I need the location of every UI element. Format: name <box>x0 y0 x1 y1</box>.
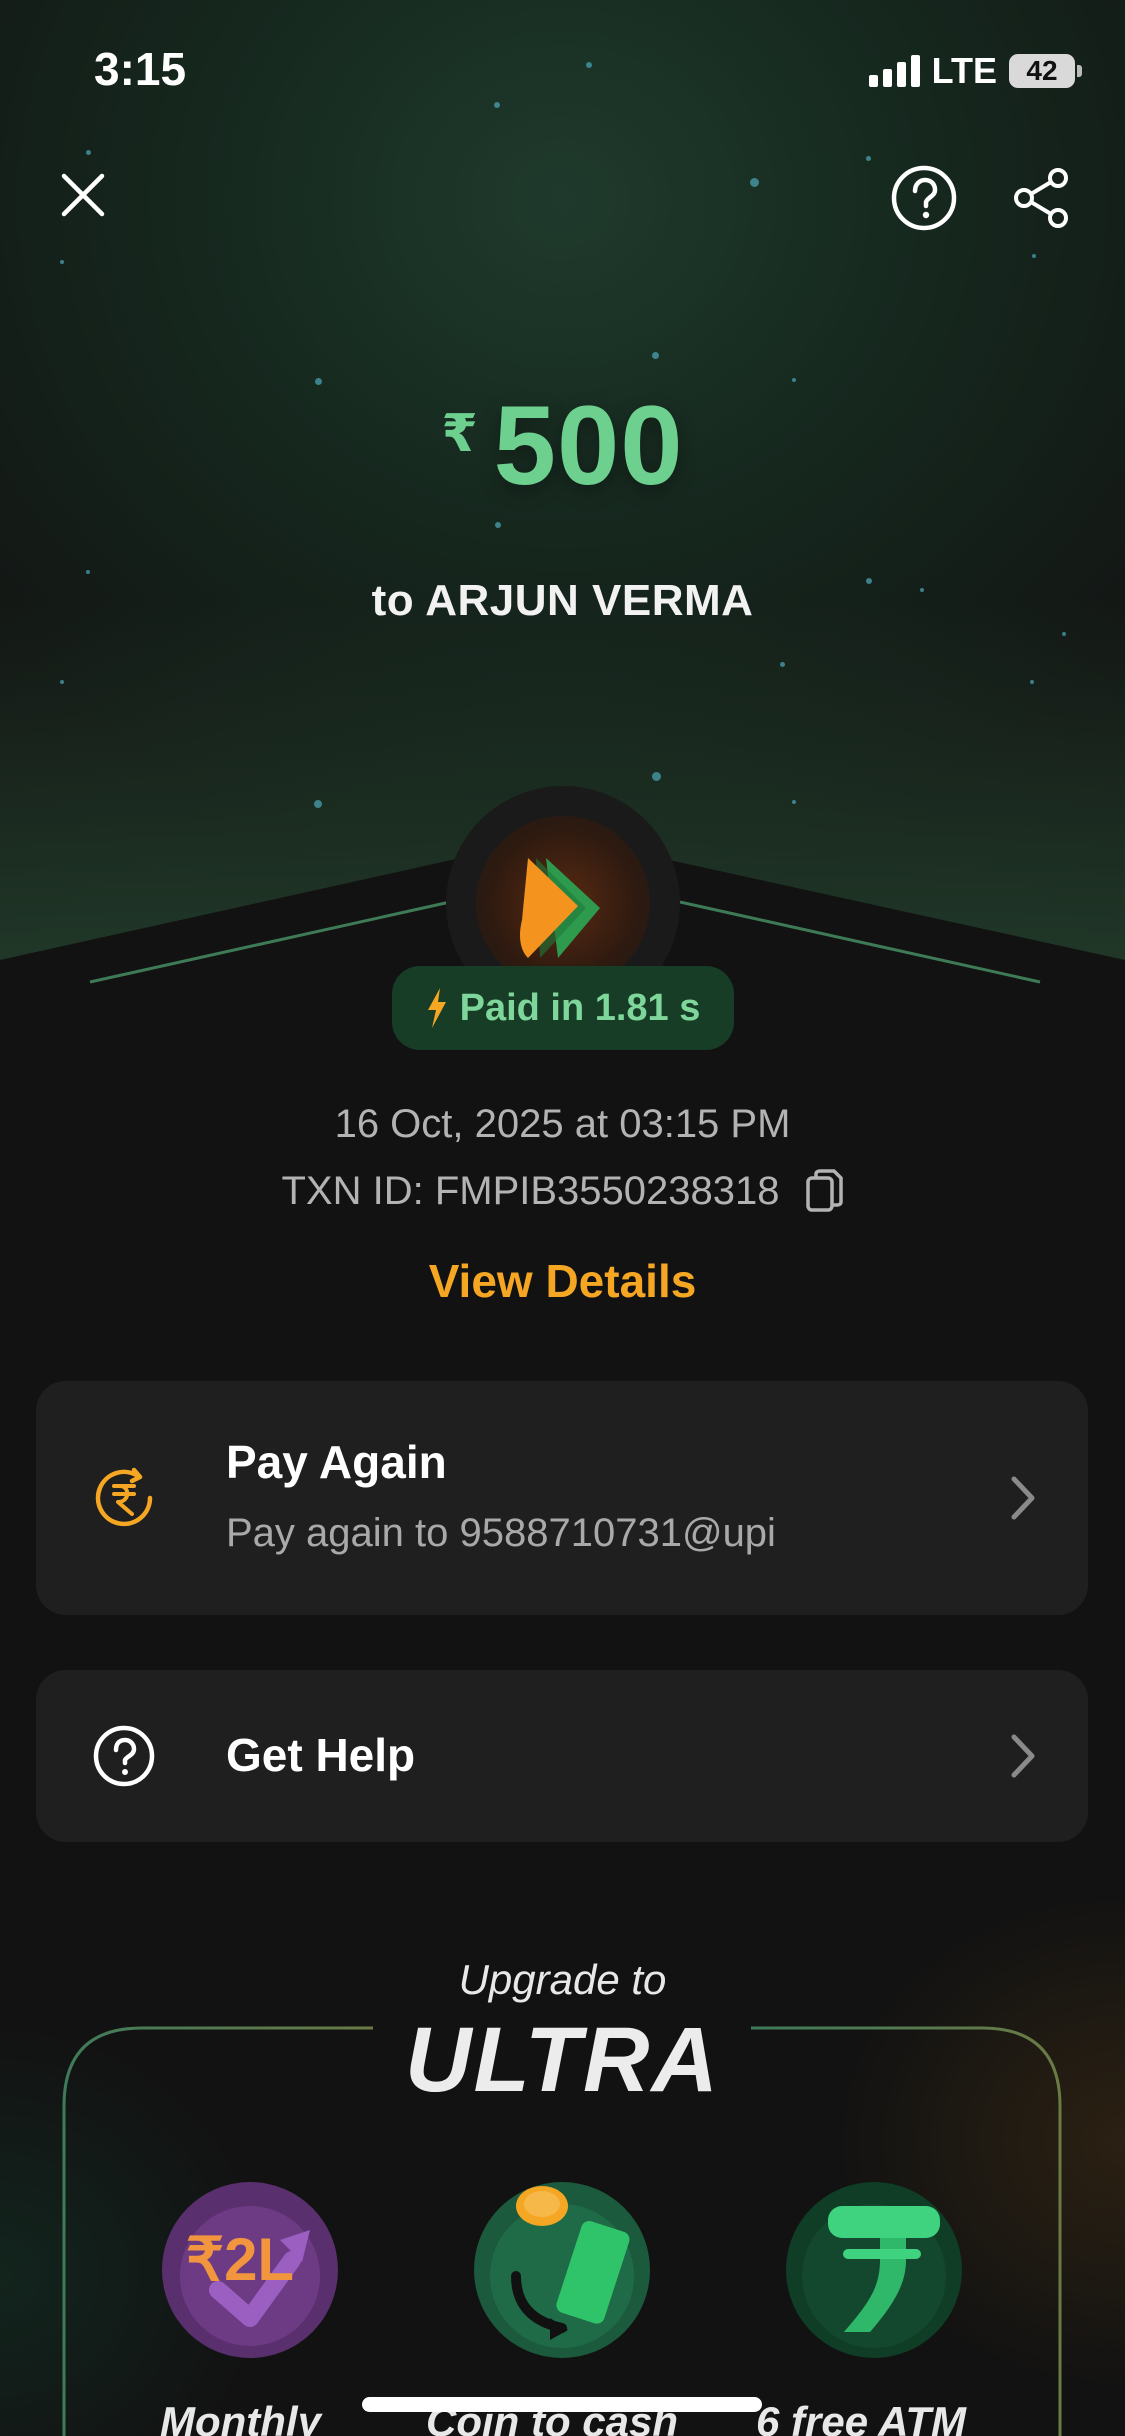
get-help-title: Get Help <box>226 1729 416 1781</box>
status-bar: 3:15 LTE 42 <box>0 0 1125 140</box>
star-dot <box>1062 632 1066 636</box>
pay-again-title: Pay Again <box>226 1436 447 1488</box>
rupee-2l-badge-icon[interactable]: ₹2L <box>160 2180 340 2360</box>
bhim-logo-icon <box>520 858 600 958</box>
home-indicator[interactable] <box>362 2397 762 2412</box>
status-time: 3:15 <box>94 43 187 95</box>
help-circle-icon[interactable] <box>890 164 958 232</box>
star-dot <box>1030 680 1034 684</box>
pay-again-card[interactable]: Pay Again Pay again to 9588710731@upi <box>36 1381 1088 1615</box>
benefit-label: 6 free ATM <box>756 2398 967 2436</box>
copy-icon[interactable] <box>804 1168 844 1214</box>
coin-to-cash-icon[interactable] <box>472 2180 652 2360</box>
star-dot <box>60 680 64 684</box>
star-dot <box>86 150 91 155</box>
share-icon[interactable] <box>1010 166 1074 230</box>
star-dot <box>652 352 659 359</box>
star-dot <box>315 378 322 385</box>
amount-value: 500 <box>493 383 684 508</box>
star-dot <box>60 260 64 264</box>
star-dot <box>780 662 785 667</box>
network-type: LTE <box>931 50 997 91</box>
close-icon[interactable] <box>58 170 108 220</box>
transaction-id-row: TXN ID: FMPIB3550238318 <box>0 1168 1125 1214</box>
currency-symbol: ₹ <box>441 405 478 463</box>
status-indicators: LTE 42 <box>868 50 1082 92</box>
benefit-label: Monthly <box>160 2398 321 2436</box>
paid-time-text: Paid in 1.81 s <box>459 986 701 1029</box>
chevron-right-icon <box>1011 1734 1035 1778</box>
signal-icon <box>868 55 920 87</box>
help-circle-icon <box>93 1725 155 1787</box>
lightning-icon <box>427 988 446 1028</box>
ultra-brand-logo: ULTRA <box>405 2009 720 2111</box>
get-help-card[interactable]: Get Help <box>36 1670 1088 1842</box>
pay-again-subtitle: Pay again to 9588710731@upi <box>226 1511 776 1555</box>
upgrade-tagline: Upgrade to <box>458 1956 667 2003</box>
svg-text:₹2L: ₹2L <box>186 2226 294 2293</box>
star-dot <box>866 156 871 161</box>
transaction-datetime: 16 Oct, 2025 at 03:15 PM <box>334 1102 791 1146</box>
transaction-id: TXN ID: FMPIB3550238318 <box>281 1168 780 1213</box>
star-dot <box>792 378 796 382</box>
star-dot <box>750 178 759 187</box>
paid-time-badge: Paid in 1.81 s <box>392 966 734 1050</box>
recipient-name: to ARJUN VERMA <box>371 576 754 625</box>
star-dot <box>86 570 90 574</box>
payment-amount: ₹ 500 <box>0 390 1125 502</box>
star-dot <box>1032 254 1036 258</box>
atm-rupee-icon[interactable] <box>784 2180 964 2360</box>
battery-icon: 42 <box>1009 54 1082 88</box>
star-dot <box>495 522 501 528</box>
rupee-refresh-icon <box>95 1467 153 1527</box>
view-details-link[interactable]: View Details <box>0 1254 1125 1308</box>
chevron-right-icon <box>1011 1476 1035 1520</box>
battery-level: 42 <box>1026 55 1058 86</box>
